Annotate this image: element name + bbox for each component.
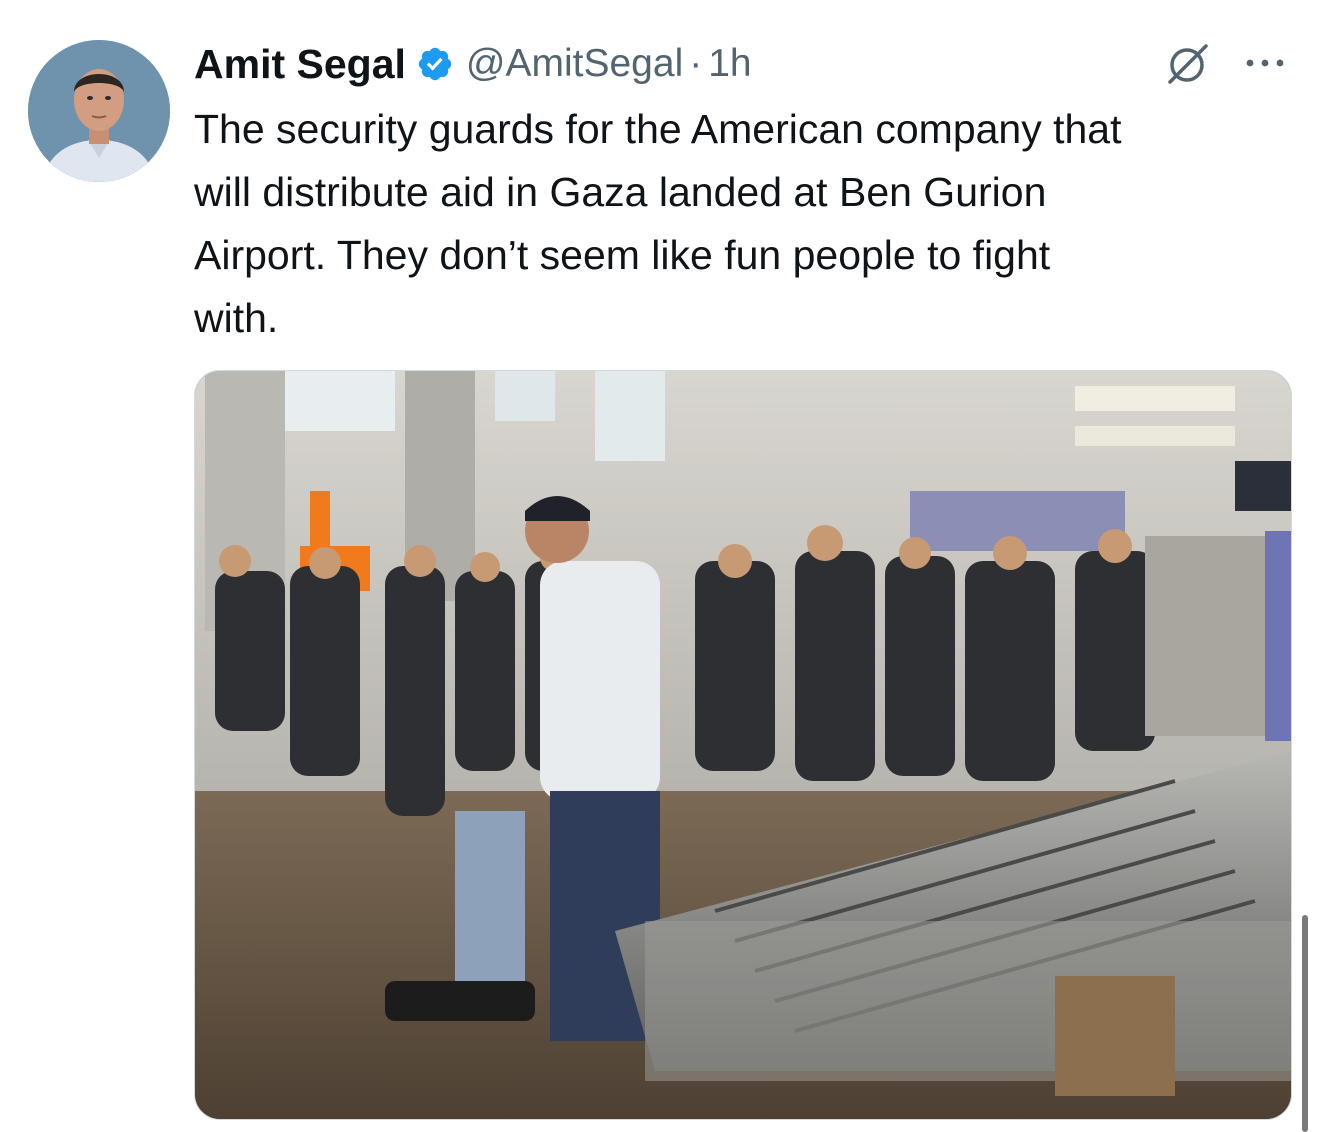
author-handle[interactable]: @AmitSegal (466, 42, 683, 86)
verified-badge-icon (418, 47, 452, 81)
tweet-photo[interactable] (194, 370, 1292, 1120)
more-options-icon[interactable] (1240, 48, 1290, 78)
tweet-text: The security guards for the American com… (194, 106, 1122, 341)
tweet-header: Amit Segal @AmitSegal · 1h (194, 36, 752, 92)
page-scrollbar[interactable] (1302, 915, 1308, 1132)
avatar[interactable] (28, 40, 170, 182)
grok-icon[interactable] (1162, 40, 1212, 90)
tweet[interactable]: Amit Segal @AmitSegal · 1h The security … (0, 0, 1320, 1132)
header-separator: · (689, 42, 703, 85)
author-name[interactable]: Amit Segal (194, 41, 406, 88)
tweet-time[interactable]: 1h (708, 42, 751, 86)
